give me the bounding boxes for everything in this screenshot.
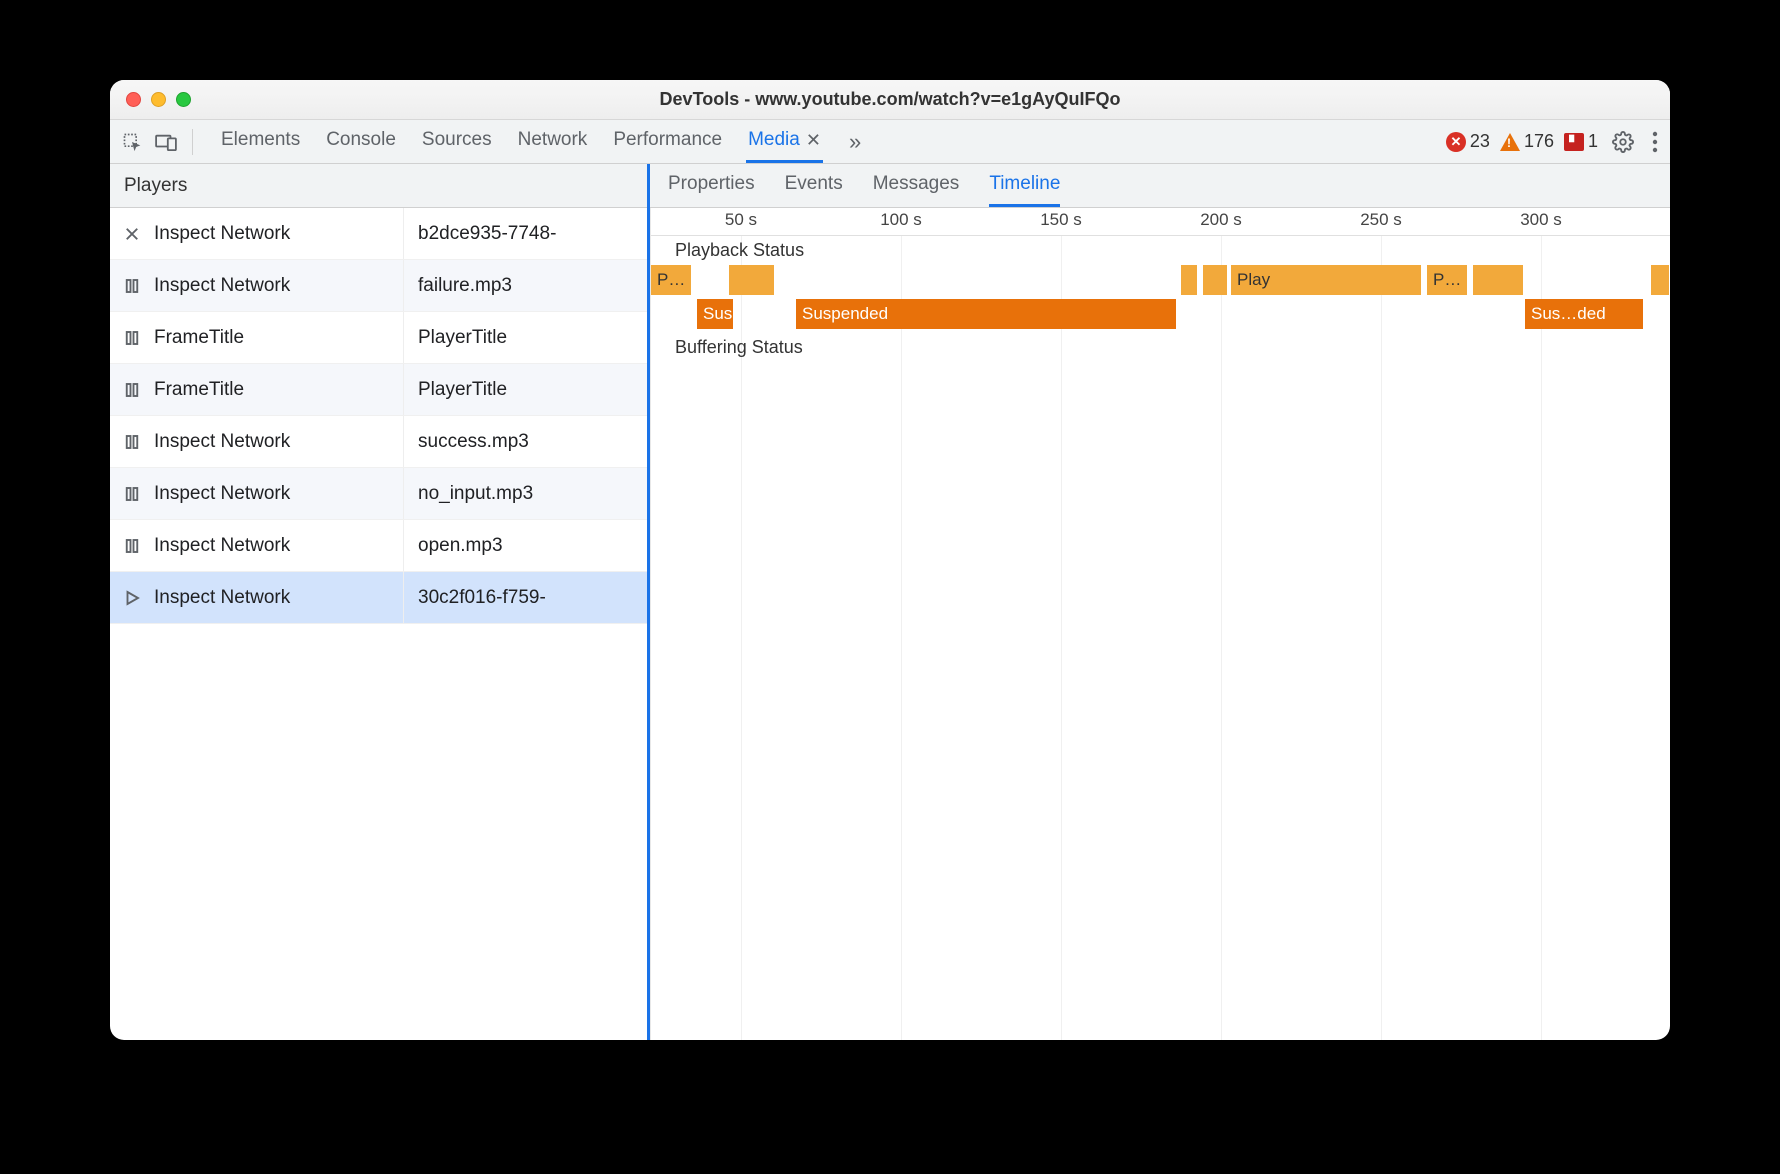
error-count-label: 23 xyxy=(1470,131,1490,152)
player-frame-col: FrameTitle xyxy=(154,312,404,363)
inspect-icon[interactable] xyxy=(118,128,146,156)
pause-icon xyxy=(110,381,154,399)
playback-bar[interactable] xyxy=(1651,265,1669,295)
player-frame-col: Inspect Network xyxy=(154,572,404,623)
play-icon xyxy=(110,589,154,607)
issue-icon: ▘ xyxy=(1564,133,1584,151)
devtools-window: DevTools - www.youtube.com/watch?v=e1gAy… xyxy=(110,80,1670,1040)
more-menu-icon[interactable] xyxy=(1648,127,1662,157)
suspended-track: Suspended Suspended Sus…ded xyxy=(651,299,1670,331)
player-frame-col: Inspect Network xyxy=(154,260,404,311)
subtab-timeline[interactable]: Timeline xyxy=(989,164,1060,207)
tab-performance[interactable]: Performance xyxy=(611,120,724,163)
error-icon: ✕ xyxy=(1446,132,1466,152)
subtab-messages[interactable]: Messages xyxy=(873,164,960,207)
window-close[interactable] xyxy=(126,92,141,107)
player-title-col: failure.mp3 xyxy=(404,275,647,297)
pause-icon xyxy=(110,537,154,555)
playback-bar[interactable]: Play xyxy=(1231,265,1421,295)
player-title-col: open.mp3 xyxy=(404,535,647,557)
ruler-tick: 250 s xyxy=(1360,210,1402,230)
player-row[interactable]: Inspect Networkfailure.mp3 xyxy=(110,260,647,312)
window-title: DevTools - www.youtube.com/watch?v=e1gAy… xyxy=(110,89,1670,110)
player-title-col: PlayerTitle xyxy=(404,379,647,401)
player-row[interactable]: FrameTitlePlayerTitle xyxy=(110,312,647,364)
tab-elements[interactable]: Elements xyxy=(219,120,302,163)
tab-network[interactable]: Network xyxy=(516,120,590,163)
player-row[interactable]: Inspect Network30c2f016-f759- xyxy=(110,572,647,624)
window-zoom[interactable] xyxy=(176,92,191,107)
settings-icon[interactable] xyxy=(1608,127,1638,157)
player-title-col: 30c2f016-f759- xyxy=(404,587,647,609)
subtab-properties[interactable]: Properties xyxy=(668,164,755,207)
time-ruler: 50 s 100 s 150 s 200 s 250 s 300 s xyxy=(651,208,1670,236)
tab-close-icon[interactable]: ✕ xyxy=(806,130,821,151)
player-frame-col: Inspect Network xyxy=(154,416,404,467)
tab-media[interactable]: Media ✕ xyxy=(746,120,823,163)
subtab-events[interactable]: Events xyxy=(785,164,843,207)
player-row[interactable]: Inspect Networksuccess.mp3 xyxy=(110,416,647,468)
panel-tabs: Elements Console Sources Network Perform… xyxy=(219,120,865,163)
playback-status-label: Playback Status xyxy=(651,236,1670,265)
suspended-bar[interactable]: Suspended xyxy=(796,299,1176,329)
suspended-bar[interactable]: Suspended xyxy=(697,299,733,329)
tab-sources[interactable]: Sources xyxy=(420,120,494,163)
window-minimize[interactable] xyxy=(151,92,166,107)
buffering-status-label: Buffering Status xyxy=(651,333,1670,362)
pause-icon xyxy=(110,329,154,347)
player-title-col: success.mp3 xyxy=(404,431,647,453)
players-list: Inspect Networkb2dce935-7748-Inspect Net… xyxy=(110,208,647,1040)
playback-bar[interactable] xyxy=(729,265,774,295)
player-title-col: b2dce935-7748- xyxy=(404,223,647,245)
playback-track: P…PlayP… xyxy=(651,265,1670,297)
playback-bar[interactable] xyxy=(1473,265,1523,295)
player-row[interactable]: Inspect Networkopen.mp3 xyxy=(110,520,647,572)
media-detail-panel: Properties Events Messages Timeline 50 s… xyxy=(650,164,1670,1040)
pause-icon xyxy=(110,277,154,295)
playback-bar[interactable]: P… xyxy=(651,265,691,295)
pause-icon xyxy=(110,433,154,451)
playback-bar[interactable] xyxy=(1181,265,1197,295)
player-row[interactable]: FrameTitlePlayerTitle xyxy=(110,364,647,416)
player-title-col: PlayerTitle xyxy=(404,327,647,349)
suspended-bar[interactable]: Sus…ded xyxy=(1525,299,1643,329)
device-toolbar-icon[interactable] xyxy=(152,128,180,156)
player-title-col: no_input.mp3 xyxy=(404,483,647,505)
player-frame-col: Inspect Network xyxy=(154,468,404,519)
timeline-view[interactable]: 50 s 100 s 150 s 200 s 250 s 300 s Playback S… xyxy=(650,208,1670,1040)
warning-icon xyxy=(1500,133,1520,151)
traffic-lights xyxy=(110,92,191,107)
playback-bar[interactable] xyxy=(1203,265,1227,295)
warning-count-label: 176 xyxy=(1524,131,1554,152)
issue-count-label: 1 xyxy=(1588,131,1598,152)
pause-icon xyxy=(110,485,154,503)
tab-media-label: Media xyxy=(748,129,800,151)
playback-bar[interactable]: P… xyxy=(1427,265,1467,295)
ruler-tick: 150 s xyxy=(1040,210,1082,230)
error-count[interactable]: ✕ 23 xyxy=(1446,131,1490,152)
issue-count[interactable]: ▘ 1 xyxy=(1564,131,1598,152)
ruler-tick: 200 s xyxy=(1200,210,1242,230)
detail-subtabs: Properties Events Messages Timeline xyxy=(650,164,1670,208)
more-tabs-icon[interactable]: » xyxy=(845,129,865,155)
players-sidebar: Players Inspect Networkb2dce935-7748-Ins… xyxy=(110,164,650,1040)
player-row[interactable]: Inspect Networkb2dce935-7748- xyxy=(110,208,647,260)
ruler-tick: 300 s xyxy=(1520,210,1562,230)
player-row[interactable]: Inspect Networkno_input.mp3 xyxy=(110,468,647,520)
sidebar-header: Players xyxy=(110,164,647,208)
player-frame-col: Inspect Network xyxy=(154,520,404,571)
ruler-tick: 100 s xyxy=(880,210,922,230)
close-icon xyxy=(110,225,154,243)
main-toolbar: Elements Console Sources Network Perform… xyxy=(110,120,1670,164)
player-frame-col: FrameTitle xyxy=(154,364,404,415)
warning-count[interactable]: 176 xyxy=(1500,131,1554,152)
ruler-tick: 50 s xyxy=(725,210,757,230)
player-frame-col: Inspect Network xyxy=(154,208,404,259)
titlebar: DevTools - www.youtube.com/watch?v=e1gAy… xyxy=(110,80,1670,120)
tab-console[interactable]: Console xyxy=(324,120,398,163)
